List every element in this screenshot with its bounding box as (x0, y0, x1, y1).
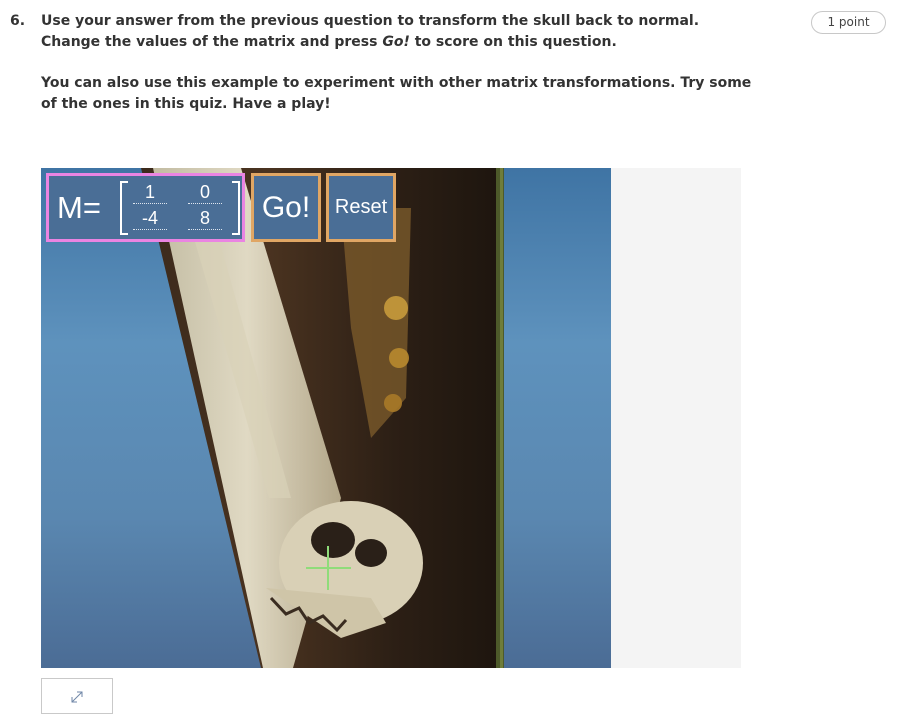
left-bracket (120, 181, 128, 235)
question-number: 6. (10, 13, 26, 29)
matrix-cell-c[interactable]: -4 (133, 207, 167, 230)
question-paragraph-1: Use your answer from the previous questi… (41, 11, 761, 53)
points-badge: 1 point (811, 11, 886, 34)
matrix-cell-a[interactable]: 1 (133, 181, 167, 204)
matrix-input-panel: M= 1 0 -4 8 (46, 173, 245, 242)
reset-button[interactable]: Reset (326, 173, 396, 242)
question-paragraph-2: You can also use this example to experim… (41, 75, 752, 112)
question-text: Use your answer from the previous questi… (41, 11, 761, 135)
go-button[interactable]: Go! (251, 173, 321, 242)
q1-text-emph: Go! (382, 34, 410, 50)
skull-image (141, 168, 504, 668)
expand-arrows-icon (71, 691, 83, 703)
fullscreen-button[interactable] (41, 678, 113, 714)
matrix-cell-b[interactable]: 0 (188, 181, 222, 204)
transform-canvas[interactable] (41, 168, 611, 668)
right-bracket (232, 181, 240, 235)
matrix-label: M= (57, 190, 101, 225)
matrix-cell-d[interactable]: 8 (188, 207, 222, 230)
q1-text-b: to score on this question. (409, 34, 617, 50)
